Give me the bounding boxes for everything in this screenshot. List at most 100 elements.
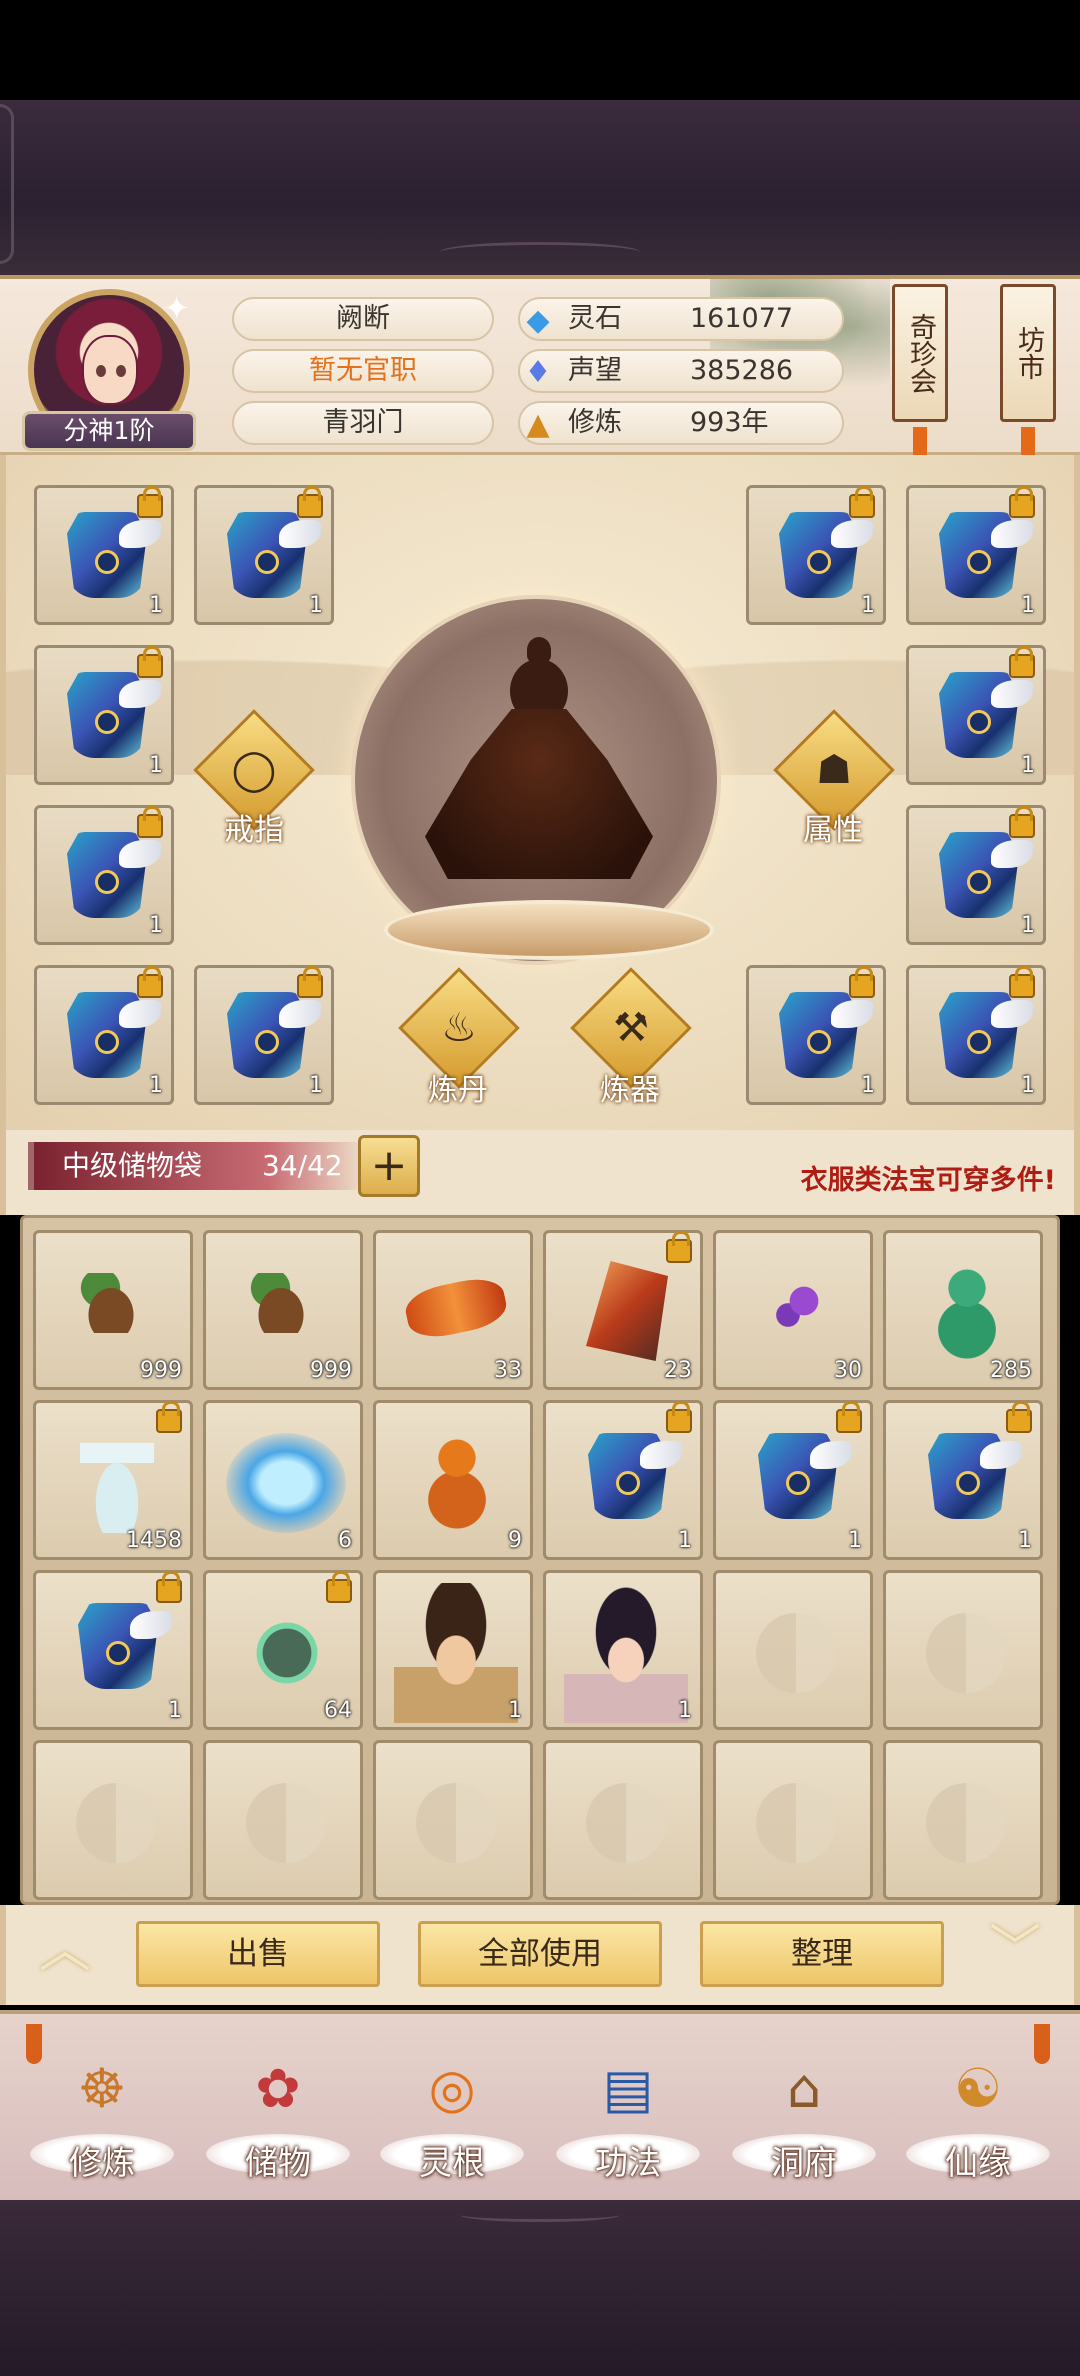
side-tab[interactable] [0,104,14,264]
resource-value: 161077 [690,303,794,334]
nav-cultivation[interactable]: ☸ 修炼 [22,2024,182,2194]
bag-slot[interactable]: 1 [713,1400,873,1560]
equipment-slot[interactable]: 1 [34,485,174,625]
spirit-stone-icon: ◆ [526,303,550,338]
bag-slot[interactable]: 285 [883,1230,1043,1390]
bag-slot[interactable]: 999 [33,1230,193,1390]
nav-label: 洞府 [771,2143,837,2182]
bag-slot[interactable]: 1 [883,1400,1043,1560]
item-count: 1 [861,593,875,618]
nav-fate[interactable]: ☯ 仙缘 [898,2024,1058,2194]
player-header: ✦ 分神1阶 阙断 暂无官职 青羽门 ◆ 灵石 161077 ♦ 声望 3852… [0,275,1080,461]
treasure-auction-button[interactable]: 奇珍会 [892,284,948,461]
equipment-slot[interactable]: 1 [194,965,334,1105]
equipment-slot[interactable]: 1 [906,965,1046,1105]
empty-bag-slot[interactable] [203,1740,363,1900]
bag-slot[interactable]: 33 [373,1230,533,1390]
avatar-face [82,335,138,405]
herb-root-icon [246,1273,316,1333]
player-name: 阙断 [232,297,494,341]
bag-icon: ✿ [255,2057,301,2120]
book-icon: ▤ [602,2057,654,2120]
item-count: 1 [1021,913,1035,938]
bag-slot[interactable]: 9 [373,1400,533,1560]
prestige-resource: ♦ 声望 385286 [518,349,844,393]
spirit-bowl-icon [226,1433,346,1533]
avatar-eye [96,365,106,377]
attributes-label: 属性 [803,813,863,848]
item-count: 1 [1021,753,1035,778]
bag-slot[interactable]: 999 [203,1230,363,1390]
scroll-up-icon[interactable]: ︿ [30,1924,100,1976]
alchemy-label: 炼丹 [428,1073,488,1108]
equipment-slot[interactable]: 1 [906,485,1046,625]
empty-bag-slot[interactable] [543,1740,703,1900]
ring-icon: ◯ [231,747,277,793]
sect-name[interactable]: 青羽门 [232,401,494,445]
nav-cave[interactable]: ⌂ 洞府 [724,2024,884,2194]
resource-value: 993年 [690,407,769,438]
scroll-down-icon[interactable]: ﹀ [980,1924,1050,1976]
empty-bag-slot[interactable] [373,1740,533,1900]
nav-spirit-root[interactable]: ◎ 灵根 [372,2024,532,2194]
bag-slot[interactable]: 1 [373,1570,533,1730]
equipment-slot[interactable]: 1 [34,965,174,1105]
item-count: 1 [149,913,163,938]
empty-bag-slot[interactable] [883,1570,1043,1730]
lock-icon [836,1401,862,1433]
expand-bag-button[interactable]: + [358,1135,420,1197]
spirit-root-icon: ◎ [428,2057,476,2120]
equipment-slot[interactable]: 1 [194,485,334,625]
official-title[interactable]: 暂无官职 [232,349,494,393]
bag-slot[interactable]: 64 [203,1570,363,1730]
bag-slot[interactable]: 6 [203,1400,363,1560]
equipment-slot[interactable]: 1 [906,645,1046,785]
nav-label: 修炼 [69,2143,135,2182]
orange-gourd-icon [422,1429,492,1533]
item-count: 1 [848,1528,862,1553]
bag-slot[interactable]: 30 [713,1230,873,1390]
cultivation-resource: ▲ 修炼 993年 [518,401,844,445]
equipment-slot[interactable]: 1 [746,485,886,625]
use-all-button[interactable]: 全部使用 [418,1921,662,1987]
item-count: 1 [508,1698,522,1723]
bag-slot[interactable]: 23 [543,1230,703,1390]
bag-slot[interactable]: 1 [543,1570,703,1730]
bottom-frame [0,2200,1080,2376]
equipment-slot[interactable]: 1 [34,805,174,945]
cave-icon: ⌂ [786,2057,822,2120]
bag-tip: 衣服类法宝可穿多件! [800,1165,1056,1196]
bag-slot[interactable]: 1 [33,1570,193,1730]
empty-bag-slot[interactable] [713,1740,873,1900]
market-button[interactable]: 坊市 [1000,284,1056,461]
empty-bag-slot[interactable] [883,1740,1043,1900]
nav-technique[interactable]: ▤ 功法 [548,2024,708,2194]
lock-icon [326,1571,352,1603]
equipment-slot[interactable]: 1 [906,805,1046,945]
sell-button[interactable]: 出售 [136,1921,380,1987]
nav-storage[interactable]: ✿ 储物 [198,2024,358,2194]
empty-bag-slot[interactable] [33,1740,193,1900]
lock-icon [297,966,323,998]
bag-slot[interactable]: 1 [543,1400,703,1560]
green-gourd-icon [932,1259,1002,1363]
attributes-icon: ☗ [816,747,852,793]
equipment-slot[interactable]: 1 [34,645,174,785]
item-count: 1 [168,1698,182,1723]
lock-icon [137,966,163,998]
item-count: 1 [678,1528,692,1553]
robe-icon [570,1419,682,1531]
empty-bag-slot[interactable] [713,1570,873,1730]
resource-label: 声望 [568,355,622,386]
bottom-nav: ☸ 修炼 ✿ 储物 ◎ 灵根 ▤ 功法 ⌂ 洞府 ☯ 仙缘 [0,2010,1080,2200]
lock-icon [137,806,163,838]
avatar-eye [116,365,126,377]
organize-button[interactable]: 整理 [700,1921,944,1987]
bag-slot[interactable]: 1458 [33,1400,193,1560]
top-frame [0,100,1080,275]
bag-grid: 999 999 33 23 30 285 1458 6 9 1 1 1 1 64… [20,1215,1060,1905]
equipment-slot[interactable]: 1 [746,965,886,1105]
lock-icon [666,1231,692,1263]
resource-value: 385286 [690,355,794,386]
item-count: 999 [310,1358,352,1383]
